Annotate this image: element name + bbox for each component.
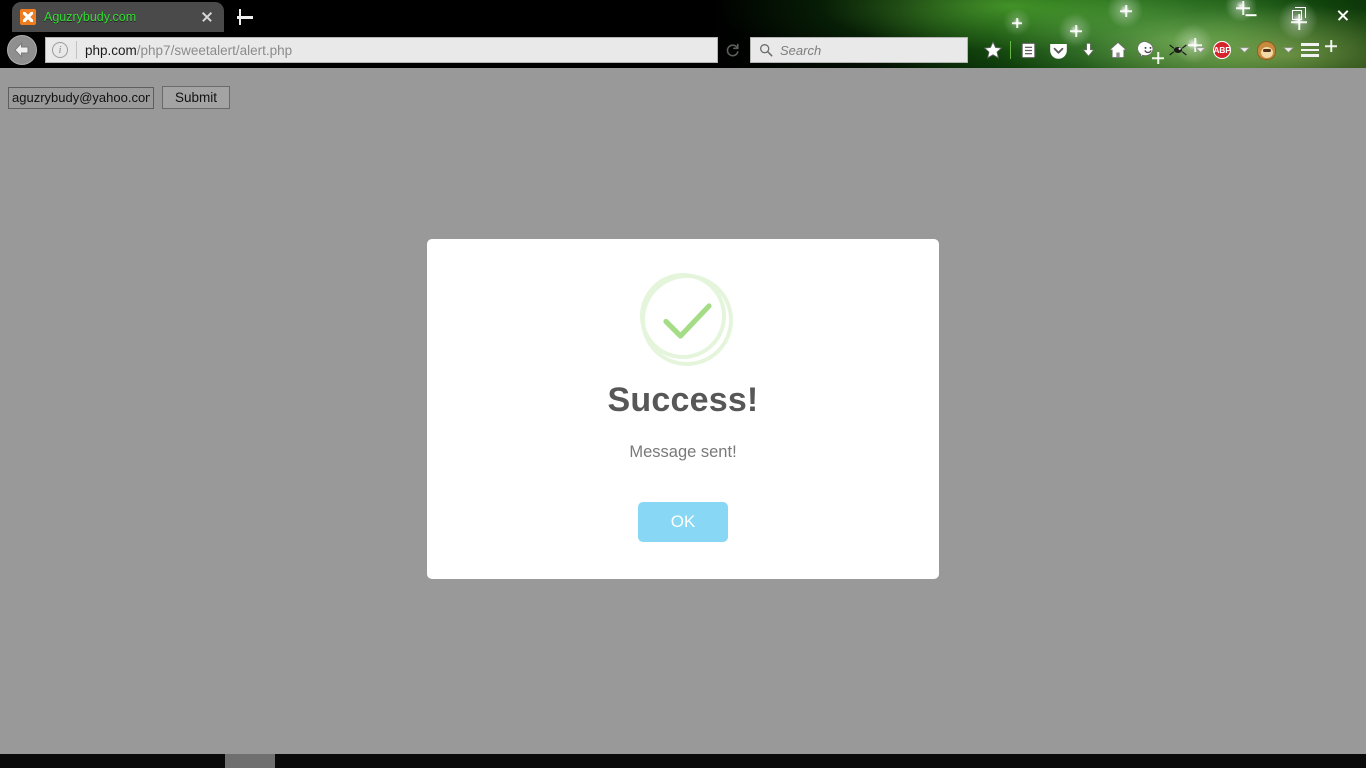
url-path: /php7/sweetalert/alert.php: [136, 42, 293, 58]
back-arrow-icon[interactable]: [7, 35, 37, 65]
url-divider: [76, 41, 77, 59]
extension-dark-glyph: [1169, 44, 1187, 56]
download-arrow-glyph: [1082, 42, 1094, 57]
close-icon[interactable]: [198, 8, 216, 26]
downloads-icon[interactable]: [1073, 35, 1103, 65]
success-check-icon: [640, 273, 733, 366]
reader-list-icon[interactable]: [1013, 35, 1043, 65]
tab-title: Aguzrybudy.com: [44, 10, 137, 24]
confirm-button[interactable]: OK: [638, 502, 728, 542]
chevron-down-icon[interactable]: [1281, 39, 1295, 61]
modal-message: Message sent!: [629, 443, 737, 461]
search-placeholder: Search: [780, 42, 822, 58]
smiley-icon[interactable]: [1133, 35, 1163, 65]
chevron-glyph: [1282, 47, 1294, 53]
abp-badge: ABP: [1213, 41, 1231, 59]
url-text: php.com/php7/sweetalert/alert.php: [85, 43, 292, 58]
menu-bar-2: [1301, 48, 1319, 52]
taskbar-strip: [0, 754, 1366, 768]
email-field[interactable]: [8, 86, 154, 109]
taskbar-active-item[interactable]: [225, 754, 275, 768]
smiley-glyph: [1138, 41, 1154, 59]
extension-dark-icon[interactable]: [1163, 35, 1193, 65]
contact-form: Submit: [8, 86, 231, 109]
menu-hamburger-icon[interactable]: [1295, 35, 1325, 65]
minimize-icon[interactable]: [1228, 0, 1274, 30]
list-glyph: [1021, 42, 1035, 58]
browser-tab[interactable]: Aguzrybudy.com: [12, 2, 224, 32]
monkey-glyph: [1256, 40, 1276, 60]
toolbar-divider: [1010, 41, 1011, 59]
close-icon[interactable]: [1320, 0, 1366, 30]
toolbar-icon-group: ABP: [978, 35, 1325, 65]
menu-bar-1: [1301, 43, 1319, 46]
chevron-glyph: [1238, 47, 1250, 53]
browser-window: Aguzrybudy.com i php.com/php7/sweetalert…: [0, 0, 1366, 768]
chevron-glyph: [1194, 47, 1206, 53]
pocket-glyph: [1049, 43, 1067, 59]
plus-icon[interactable]: [232, 4, 258, 30]
home-glyph: [1108, 41, 1128, 58]
restore-icon[interactable]: [1274, 0, 1320, 30]
submit-button[interactable]: Submit: [162, 86, 231, 109]
url-bar[interactable]: i php.com/php7/sweetalert/alert.php: [45, 37, 718, 63]
search-icon: [760, 44, 773, 57]
chevron-down-icon[interactable]: [1237, 39, 1251, 61]
tab-strip: Aguzrybudy.com: [0, 0, 1366, 32]
reload-icon[interactable]: [718, 37, 746, 63]
modal-title: Success!: [607, 381, 759, 419]
url-host: php.com: [85, 42, 137, 58]
xampp-icon: [20, 9, 36, 25]
abp-icon[interactable]: ABP: [1207, 35, 1237, 65]
sweetalert-modal: Success! Message sent! OK: [427, 239, 939, 579]
monkey-extension-icon[interactable]: [1251, 35, 1281, 65]
check-glyph: [641, 274, 733, 366]
pocket-icon[interactable]: [1043, 35, 1073, 65]
home-icon[interactable]: [1103, 35, 1133, 65]
search-input[interactable]: Search: [750, 37, 968, 63]
star-glyph: [983, 41, 1003, 59]
back-arrow-glyph: [14, 42, 29, 58]
reload-glyph: [726, 43, 739, 56]
window-controls: [1228, 0, 1366, 30]
info-circle-icon[interactable]: i: [52, 42, 68, 58]
bookmark-star-icon[interactable]: [978, 35, 1008, 65]
page-content: Submit Success! Message sent! OK: [0, 68, 1366, 754]
navigation-toolbar: i php.com/php7/sweetalert/alert.php Sear…: [0, 32, 1366, 68]
chevron-down-icon[interactable]: [1193, 39, 1207, 61]
menu-bar-3: [1301, 54, 1319, 57]
